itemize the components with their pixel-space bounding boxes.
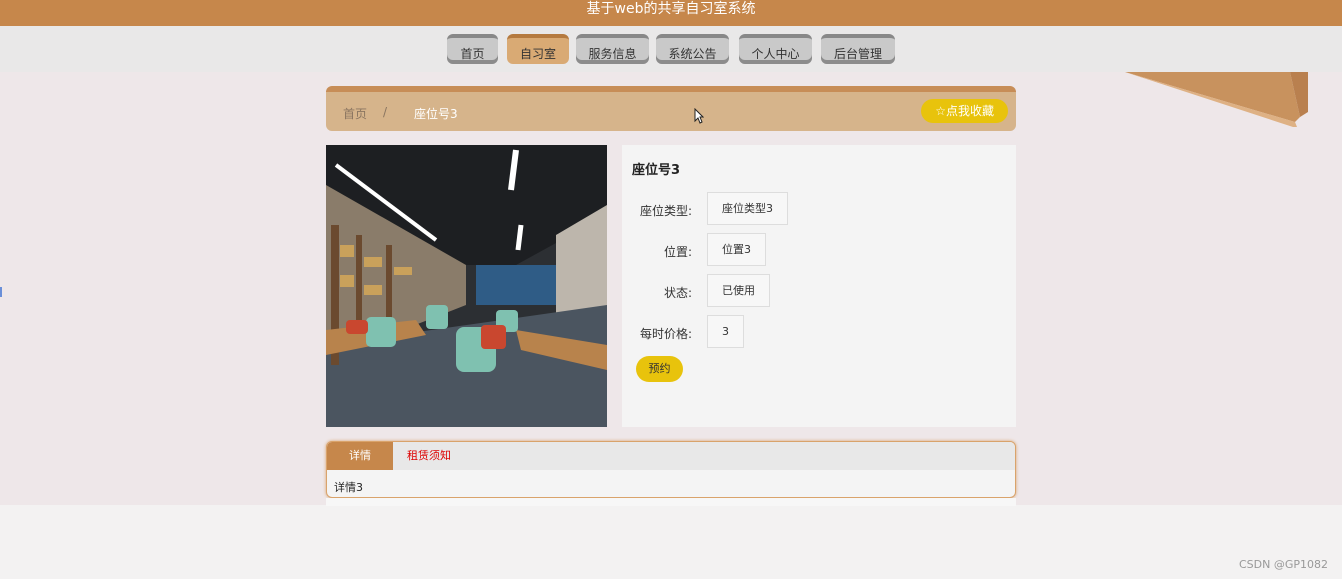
status-label: 状态:: [663, 286, 692, 300]
nav-home[interactable]: 首页: [447, 34, 498, 64]
seat-type-label: 座位类型:: [639, 204, 692, 218]
location-value: 位置3: [707, 233, 766, 266]
nav-admin[interactable]: 后台管理: [821, 34, 895, 64]
site-title: 基于web的共享自习室系统: [586, 1, 756, 17]
site-header: 基于web的共享自习室系统: [0, 0, 1342, 26]
seat-type-value: 座位类型3: [707, 192, 788, 225]
tab-rental-notice[interactable]: 租赁须知: [407, 442, 451, 470]
seat-detail-panel: 座位号3 座位类型: 座位类型3 位置: 位置3 状态: 已使用 每时价格: 3…: [622, 145, 1016, 427]
tab-bar: 详情 租赁须知: [327, 442, 1015, 470]
breadcrumb-home-link[interactable]: 首页: [343, 105, 367, 122]
nav-service-info[interactable]: 服务信息: [576, 34, 649, 64]
tab-content: 详情3: [334, 481, 363, 494]
watermark: CSDN @GP1082: [1238, 558, 1328, 571]
breadcrumb-separator: /: [383, 105, 388, 119]
status-value: 已使用: [707, 274, 770, 307]
location-label: 位置:: [663, 245, 692, 259]
main-nav: 首页 自习室 服务信息 系统公告 个人中心 后台管理: [0, 26, 1342, 72]
book-button[interactable]: 预约: [636, 356, 683, 382]
edge-marker: [0, 287, 2, 297]
hourly-price-value: 3: [707, 315, 744, 348]
tab-details[interactable]: 详情: [327, 442, 393, 470]
breadcrumb-current: 座位号3: [414, 107, 458, 121]
detail-tabs: 详情 租赁须知 详情3: [326, 441, 1016, 498]
mouse-cursor-icon: [694, 108, 704, 124]
favorite-button[interactable]: ☆点我收藏: [921, 99, 1008, 123]
nav-user-center[interactable]: 个人中心: [739, 34, 812, 64]
nav-system-notice[interactable]: 系统公告: [656, 34, 729, 64]
seat-title: 座位号3: [632, 163, 681, 178]
breadcrumb: 首页 / 座位号3 ☆点我收藏: [326, 86, 1016, 131]
seat-photo: [326, 145, 607, 427]
content-bottom-strip: [326, 498, 1016, 506]
hourly-price-label: 每时价格:: [639, 327, 692, 341]
nav-study-room[interactable]: 自习室: [507, 34, 569, 64]
decorative-banner-corner: [1125, 72, 1308, 127]
